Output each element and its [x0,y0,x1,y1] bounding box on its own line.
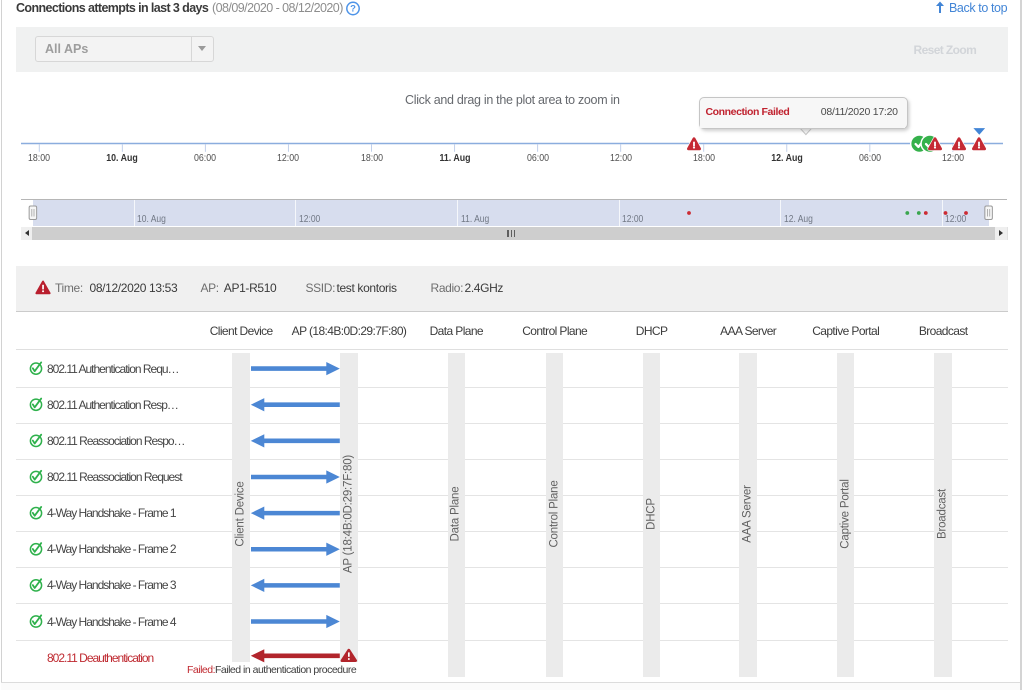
svg-text:?: ? [350,4,356,15]
